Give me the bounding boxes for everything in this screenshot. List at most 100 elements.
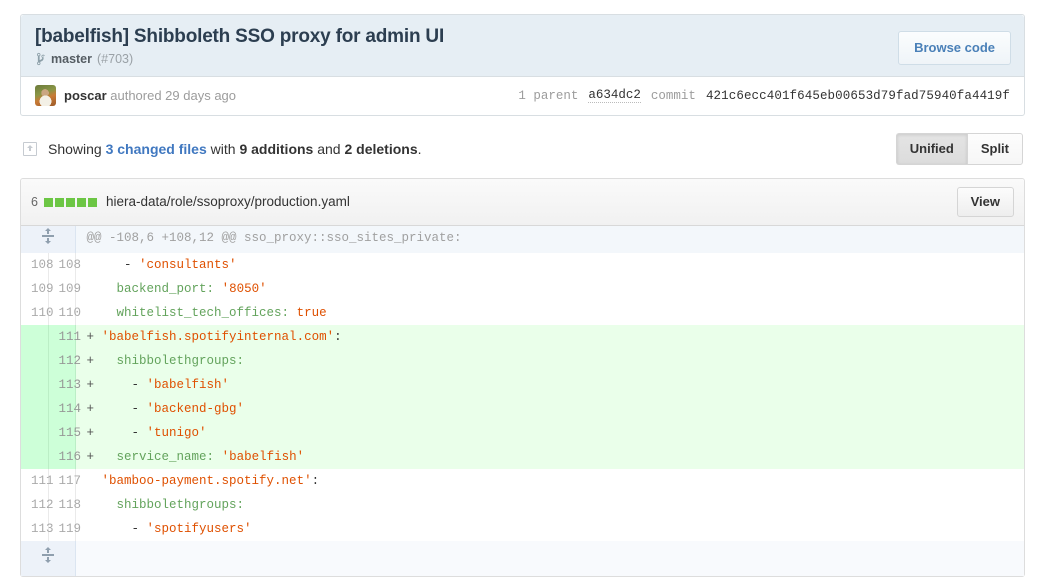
diff-line-ctx: 109 109 backend_port: '8050' (21, 277, 1024, 301)
diff-line-add: 114 + - 'backend-gbg' (21, 397, 1024, 421)
browse-code-button[interactable]: Browse code (898, 31, 1011, 65)
period: . (417, 141, 422, 157)
diff-summary: Showing 3 changed files with 9 additions… (48, 140, 422, 158)
pull-request-number[interactable]: (#703) (97, 51, 133, 67)
changed-files-link[interactable]: 3 changed files (106, 141, 207, 157)
line-number-new[interactable]: 111 (48, 325, 81, 349)
diff-line-marker (87, 522, 95, 536)
commit-summary: [babelfish] Shibboleth SSO proxy for adm… (21, 15, 1024, 77)
diff-line-ctx: 110 110 whitelist_tech_offices: true (21, 301, 1024, 325)
diff-line-content: 'bamboo-payment.spotify.net': (75, 469, 1024, 493)
diff-line-marker (87, 474, 95, 488)
branch-info: master (#703) (35, 51, 1010, 67)
commit-author-row: poscar authored 29 days ago 1 parent a63… (21, 77, 1024, 115)
line-number-old[interactable] (21, 325, 49, 349)
diffstat-block-add (54, 197, 64, 207)
code-token: - (94, 402, 147, 416)
parent-label: 1 parent (518, 88, 579, 103)
diff-line-add: 111 + 'babelfish.spotifyinternal.com': (21, 325, 1024, 349)
diff-line-content: + service_name: 'babelfish' (75, 445, 1024, 469)
parent-sha[interactable]: a634dc2 (588, 88, 641, 103)
code-token: true (296, 306, 327, 320)
file-path[interactable]: hiera-data/role/ssoproxy/production.yaml (106, 193, 350, 211)
deletions-count: 2 deletions (344, 141, 418, 157)
code-token: shibbolethgroups: (94, 498, 245, 512)
code-token: - (94, 426, 147, 440)
line-number-old[interactable]: 109 (21, 277, 54, 301)
code-token: '8050' (221, 282, 267, 296)
line-number-old[interactable] (21, 445, 49, 469)
line-number-old[interactable] (21, 397, 49, 421)
diff-table: @@ -108,6 +108,12 @@ sso_proxy::sso_site… (21, 226, 1024, 576)
commit-sha[interactable]: 421c6ecc401f645eb00653d79fad75940fa4419f (706, 89, 1010, 103)
diff-file-box: 6 hiera-data/role/ssoproxy/production.ya… (20, 178, 1025, 577)
diff-line-content: + - 'tunigo' (75, 421, 1024, 445)
code-token: backend_port: (94, 282, 215, 296)
avatar[interactable] (35, 85, 56, 106)
code-token: 'consultants' (139, 258, 237, 272)
diff-footer (21, 541, 1024, 576)
branch-name[interactable]: master (51, 51, 92, 67)
code-token: 'spotifyusers' (146, 522, 252, 536)
view-file-button[interactable]: View (956, 187, 1014, 217)
additions-count: 9 additions (239, 141, 314, 157)
code-token: - (94, 258, 140, 272)
diff-line-ctx: 108 108 - 'consultants' (21, 253, 1024, 277)
author-name[interactable]: poscar (64, 88, 107, 103)
diff-line-content: + shibbolethgroups: (75, 349, 1024, 373)
line-number-old[interactable]: 112 (21, 493, 54, 517)
authored-timestamp: authored 29 days ago (106, 87, 237, 103)
code-token: 'babelfish.spotifyinternal.com' (101, 330, 335, 344)
code-token: 'tunigo' (146, 426, 207, 440)
diff-rows: 108 108 - 'consultants' 109 109 backend_por… (21, 253, 1024, 541)
line-number-old[interactable]: 111 (21, 469, 54, 493)
line-number-old[interactable]: 110 (21, 301, 54, 325)
line-number-new[interactable]: 112 (48, 349, 81, 373)
code-token: whitelist_tech_offices: (94, 306, 290, 320)
code-token: service_name: (94, 450, 215, 464)
code-token: : (311, 474, 320, 488)
diff-line-marker: + (86, 426, 95, 440)
diff-tail-blank (75, 541, 1024, 576)
commit-header-box: [babelfish] Shibboleth SSO proxy for adm… (20, 14, 1025, 116)
diff-line-ctx: 112 118 shibbolethgroups: (21, 493, 1024, 517)
line-number-new[interactable]: 116 (48, 445, 81, 469)
line-number-new[interactable]: 114 (48, 397, 81, 421)
code-token: : (334, 330, 342, 344)
git-branch-icon (35, 52, 46, 66)
page-title: [babelfish] Shibboleth SSO proxy for adm… (35, 26, 445, 47)
tab-split[interactable]: Split (966, 133, 1023, 165)
diff-line-marker (87, 258, 95, 272)
tab-unified[interactable]: Unified (895, 133, 967, 165)
file-diffstat (43, 197, 97, 207)
diff-line-add: 116 + service_name: 'babelfish' (21, 445, 1024, 469)
diff-file-icon (22, 141, 38, 157)
diff-line-content: whitelist_tech_offices: true (75, 301, 1024, 325)
with-text: with (206, 141, 240, 157)
diff-line-marker (87, 282, 95, 296)
diff-line-content: + 'babelfish.spotifyinternal.com': (75, 325, 1024, 349)
diff-file-header: 6 hiera-data/role/ssoproxy/production.ya… (21, 179, 1024, 226)
diffstat-block-add (65, 197, 75, 207)
line-number-old[interactable] (21, 421, 49, 445)
diffstat-block-add (43, 197, 53, 207)
expand-hunk-button-bottom[interactable] (21, 541, 76, 576)
line-number-old[interactable] (21, 349, 49, 373)
line-number-old[interactable]: 113 (21, 517, 54, 541)
and-text: and (313, 141, 345, 157)
line-number-old[interactable]: 108 (21, 253, 54, 277)
code-token: 'babelfish' (146, 378, 230, 392)
expand-hunk-button-top[interactable] (21, 226, 76, 253)
diff-line-marker: + (86, 402, 95, 416)
diff-line-marker (87, 498, 95, 512)
diff-line-content: backend_port: '8050' (75, 277, 1024, 301)
line-number-old[interactable] (21, 373, 49, 397)
diff-line-marker: + (86, 330, 95, 344)
diff-hunk-header-row: @@ -108,6 +108,12 @@ sso_proxy::sso_site… (21, 226, 1024, 253)
line-number-new[interactable]: 113 (48, 373, 81, 397)
line-number-new[interactable]: 115 (48, 421, 81, 445)
